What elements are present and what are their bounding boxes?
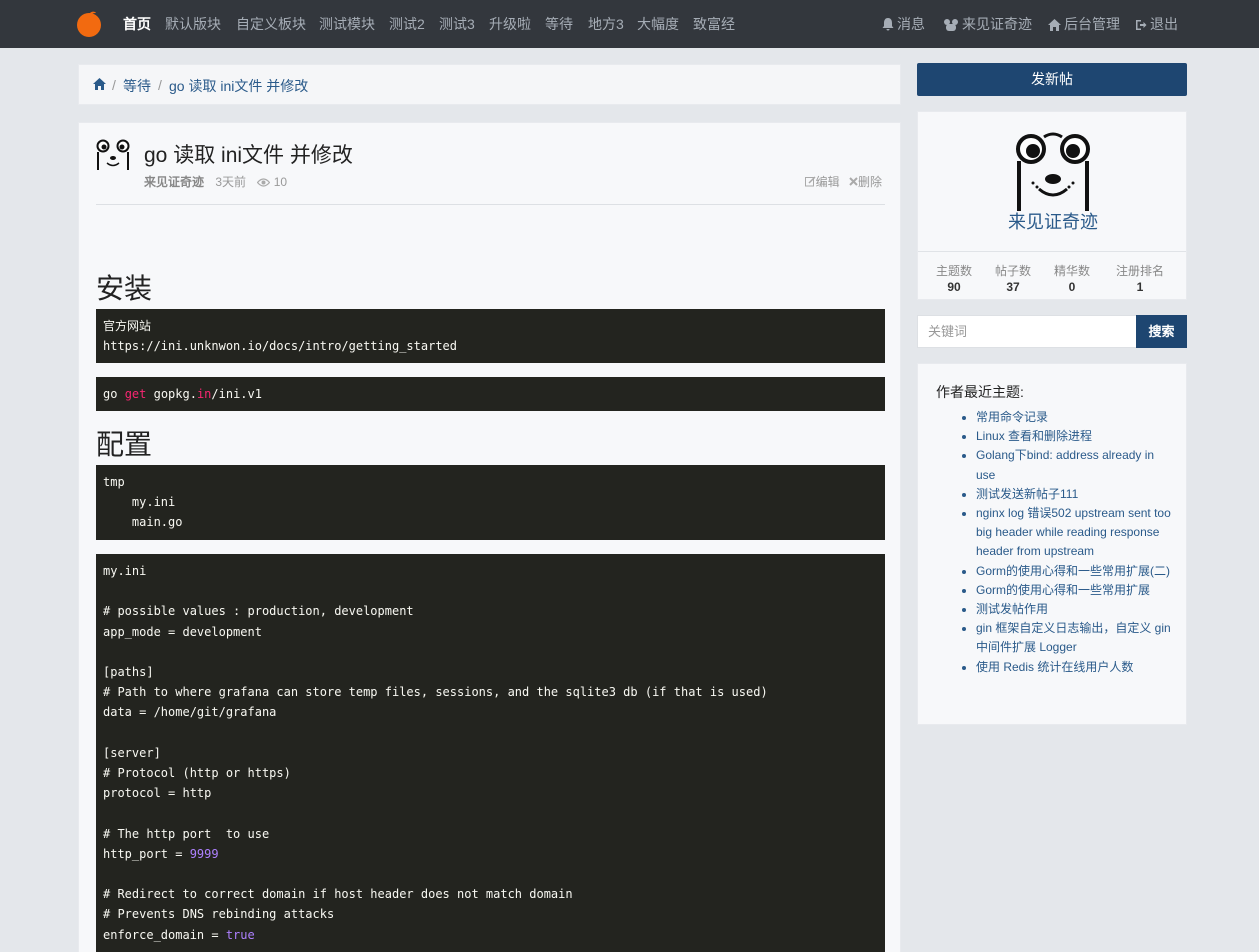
post-time: 3天前: [215, 175, 247, 189]
recent-topics-panel: 作者最近主题: 常用命令记录 Linux 查看和删除进程 Golang下bind…: [917, 363, 1187, 725]
nav-item-default[interactable]: 默认版块: [165, 0, 221, 48]
code-line: 官方网站: [103, 319, 152, 333]
nav-item-home[interactable]: 首页: [123, 0, 151, 48]
search-input[interactable]: 关键词: [917, 315, 1137, 348]
edit-button[interactable]: 编辑: [804, 175, 840, 189]
user-avatar-icon: [944, 19, 958, 31]
stat-featured: 精华数 0: [1054, 262, 1090, 294]
nav-item-big[interactable]: 大幅度: [637, 0, 679, 48]
post-card: go 读取 ini文件 并修改 来见证奇迹 3天前 10 编辑 删除 安装 官方…: [78, 122, 901, 952]
post-author[interactable]: 来见证奇迹: [144, 175, 204, 189]
post-divider: [96, 204, 885, 205]
stat-label: 帖子数: [995, 264, 1032, 278]
breadcrumb-separator: /: [158, 77, 162, 93]
code-block-website: 官方网站 https://ini.unknwon.io/docs/intro/g…: [96, 309, 885, 363]
code-block-ini: my.ini # possible values : production, d…: [96, 554, 885, 952]
code-line: tmp: [103, 475, 125, 489]
breadcrumb-current[interactable]: go 读取 ini文件 并修改: [169, 76, 308, 96]
stat-rank: 注册排名 1: [1115, 262, 1165, 294]
code-number: 9999: [189, 846, 219, 861]
code-token: /ini.v1: [211, 387, 262, 401]
breadcrumb-separator: /: [112, 77, 116, 93]
code-line: main.go: [103, 515, 183, 530]
stat-label: 主题数: [936, 264, 973, 278]
stat-label: 注册排名: [1115, 264, 1164, 278]
nav-admin-label: 后台管理: [1064, 16, 1120, 32]
site-logo-icon[interactable]: [76, 11, 102, 37]
code-line: my.ini: [103, 495, 176, 510]
stat-topics: 主题数 90: [936, 262, 972, 294]
nav-item-test-module[interactable]: 测试模块: [319, 0, 375, 48]
list-item[interactable]: 测试发送新帖子111: [976, 485, 1172, 504]
list-item[interactable]: Golang下bind: address already in use: [976, 446, 1172, 484]
logout-icon: [1136, 20, 1147, 30]
list-item[interactable]: Linux 查看和删除进程: [976, 427, 1172, 446]
search-button[interactable]: 搜索: [1136, 315, 1187, 348]
edit-label: 编辑: [815, 175, 840, 189]
nav-item-rich[interactable]: 致富经: [693, 0, 735, 48]
stat-value: 90: [947, 280, 961, 294]
delete-label: 删除: [857, 175, 882, 189]
list-item[interactable]: 使用 Redis 统计在线用户人数: [976, 658, 1172, 677]
profile-card: 来见证奇迹 主题数 90 帖子数 37 精华数 0 注册排名 1: [917, 111, 1187, 300]
close-icon: [849, 177, 858, 186]
nav-admin[interactable]: 后台管理: [1048, 0, 1120, 48]
code-boolean: true: [225, 927, 255, 942]
heading-install: 安装: [96, 273, 153, 304]
nav-item-upgrade[interactable]: 升级啦: [489, 0, 531, 48]
code-line: https://ini.unknwon.io/docs/intro/gettin…: [103, 339, 458, 354]
nav-item-test3[interactable]: 测试3: [439, 0, 475, 48]
breadcrumb-home-icon[interactable]: [93, 78, 106, 90]
top-navbar: 首页 默认版块 自定义板块 测试模块 测试2 测试3 升级啦 等待 地方3 大幅…: [0, 0, 1259, 48]
code-token: gopkg.: [146, 387, 197, 401]
nav-user[interactable]: 来见证奇迹: [943, 0, 1032, 48]
post-title: go 读取 ini文件 并修改: [144, 144, 353, 167]
nav-logout[interactable]: 退出: [1135, 0, 1178, 48]
new-post-button[interactable]: 发新帖: [917, 63, 1187, 96]
nav-logout-label: 退出: [1150, 16, 1178, 32]
list-item[interactable]: 常用命令记录: [976, 408, 1172, 427]
bell-icon: [882, 18, 894, 31]
list-item[interactable]: gin 框架自定义日志输出，自定义 gin 中间件扩展 Logger: [976, 619, 1172, 657]
edit-icon: [804, 176, 816, 187]
list-item[interactable]: nginx log 错误502 upstream sent too big he…: [976, 504, 1172, 562]
recent-topics-title: 作者最近主题:: [936, 384, 1024, 400]
post-views: 10: [273, 175, 288, 189]
stat-label: 精华数: [1054, 264, 1091, 278]
list-item[interactable]: Gorm的使用心得和一些常用扩展: [976, 581, 1172, 600]
profile-stats: 主题数 90 帖子数 37 精华数 0 注册排名 1: [918, 251, 1186, 300]
heading-config: 配置: [96, 429, 153, 460]
nav-item-place3[interactable]: 地方3: [588, 0, 624, 48]
code-text: # Redirect to correct domain if host hea…: [103, 887, 573, 942]
nav-messages[interactable]: 消息: [882, 0, 925, 48]
post-meta: 来见证奇迹 3天前 10: [144, 173, 287, 190]
breadcrumb: / 等待 / go 读取 ini文件 并修改: [78, 64, 901, 105]
code-block-install: go get gopkg.in/ini.v1: [96, 377, 885, 411]
list-item[interactable]: Gorm的使用心得和一些常用扩展(二): [976, 562, 1172, 581]
stat-value: 0: [1068, 280, 1076, 294]
code-keyword: get: [124, 387, 147, 401]
nav-item-test2[interactable]: 测试2: [389, 0, 425, 48]
list-item[interactable]: 测试发帖作用: [976, 600, 1172, 619]
nav-item-custom[interactable]: 自定义板块: [236, 0, 306, 48]
code-block-tree: tmp my.ini main.go: [96, 465, 885, 540]
profile-avatar[interactable]: [1011, 127, 1095, 211]
breadcrumb-level1[interactable]: 等待: [123, 76, 151, 96]
post-actions: 编辑 删除: [804, 173, 882, 190]
stat-value: 37: [1006, 280, 1020, 294]
code-keyword: in: [196, 387, 212, 401]
stat-posts: 帖子数 37: [995, 262, 1031, 294]
recent-topics-list: 常用命令记录 Linux 查看和删除进程 Golang下bind: addres…: [976, 408, 1172, 677]
delete-button[interactable]: 删除: [849, 175, 882, 189]
home-icon: [1048, 19, 1061, 31]
stat-value: 1: [1136, 280, 1144, 294]
nav-messages-label: 消息: [897, 16, 925, 32]
eye-icon: [257, 178, 271, 187]
nav-user-label: 来见证奇迹: [962, 16, 1032, 32]
author-avatar[interactable]: [96, 138, 130, 172]
code-token: go: [103, 387, 125, 401]
nav-item-waiting[interactable]: 等待: [545, 0, 573, 48]
profile-name[interactable]: 来见证奇迹: [918, 208, 1188, 234]
code-text: my.ini # possible values : production, d…: [103, 564, 768, 861]
